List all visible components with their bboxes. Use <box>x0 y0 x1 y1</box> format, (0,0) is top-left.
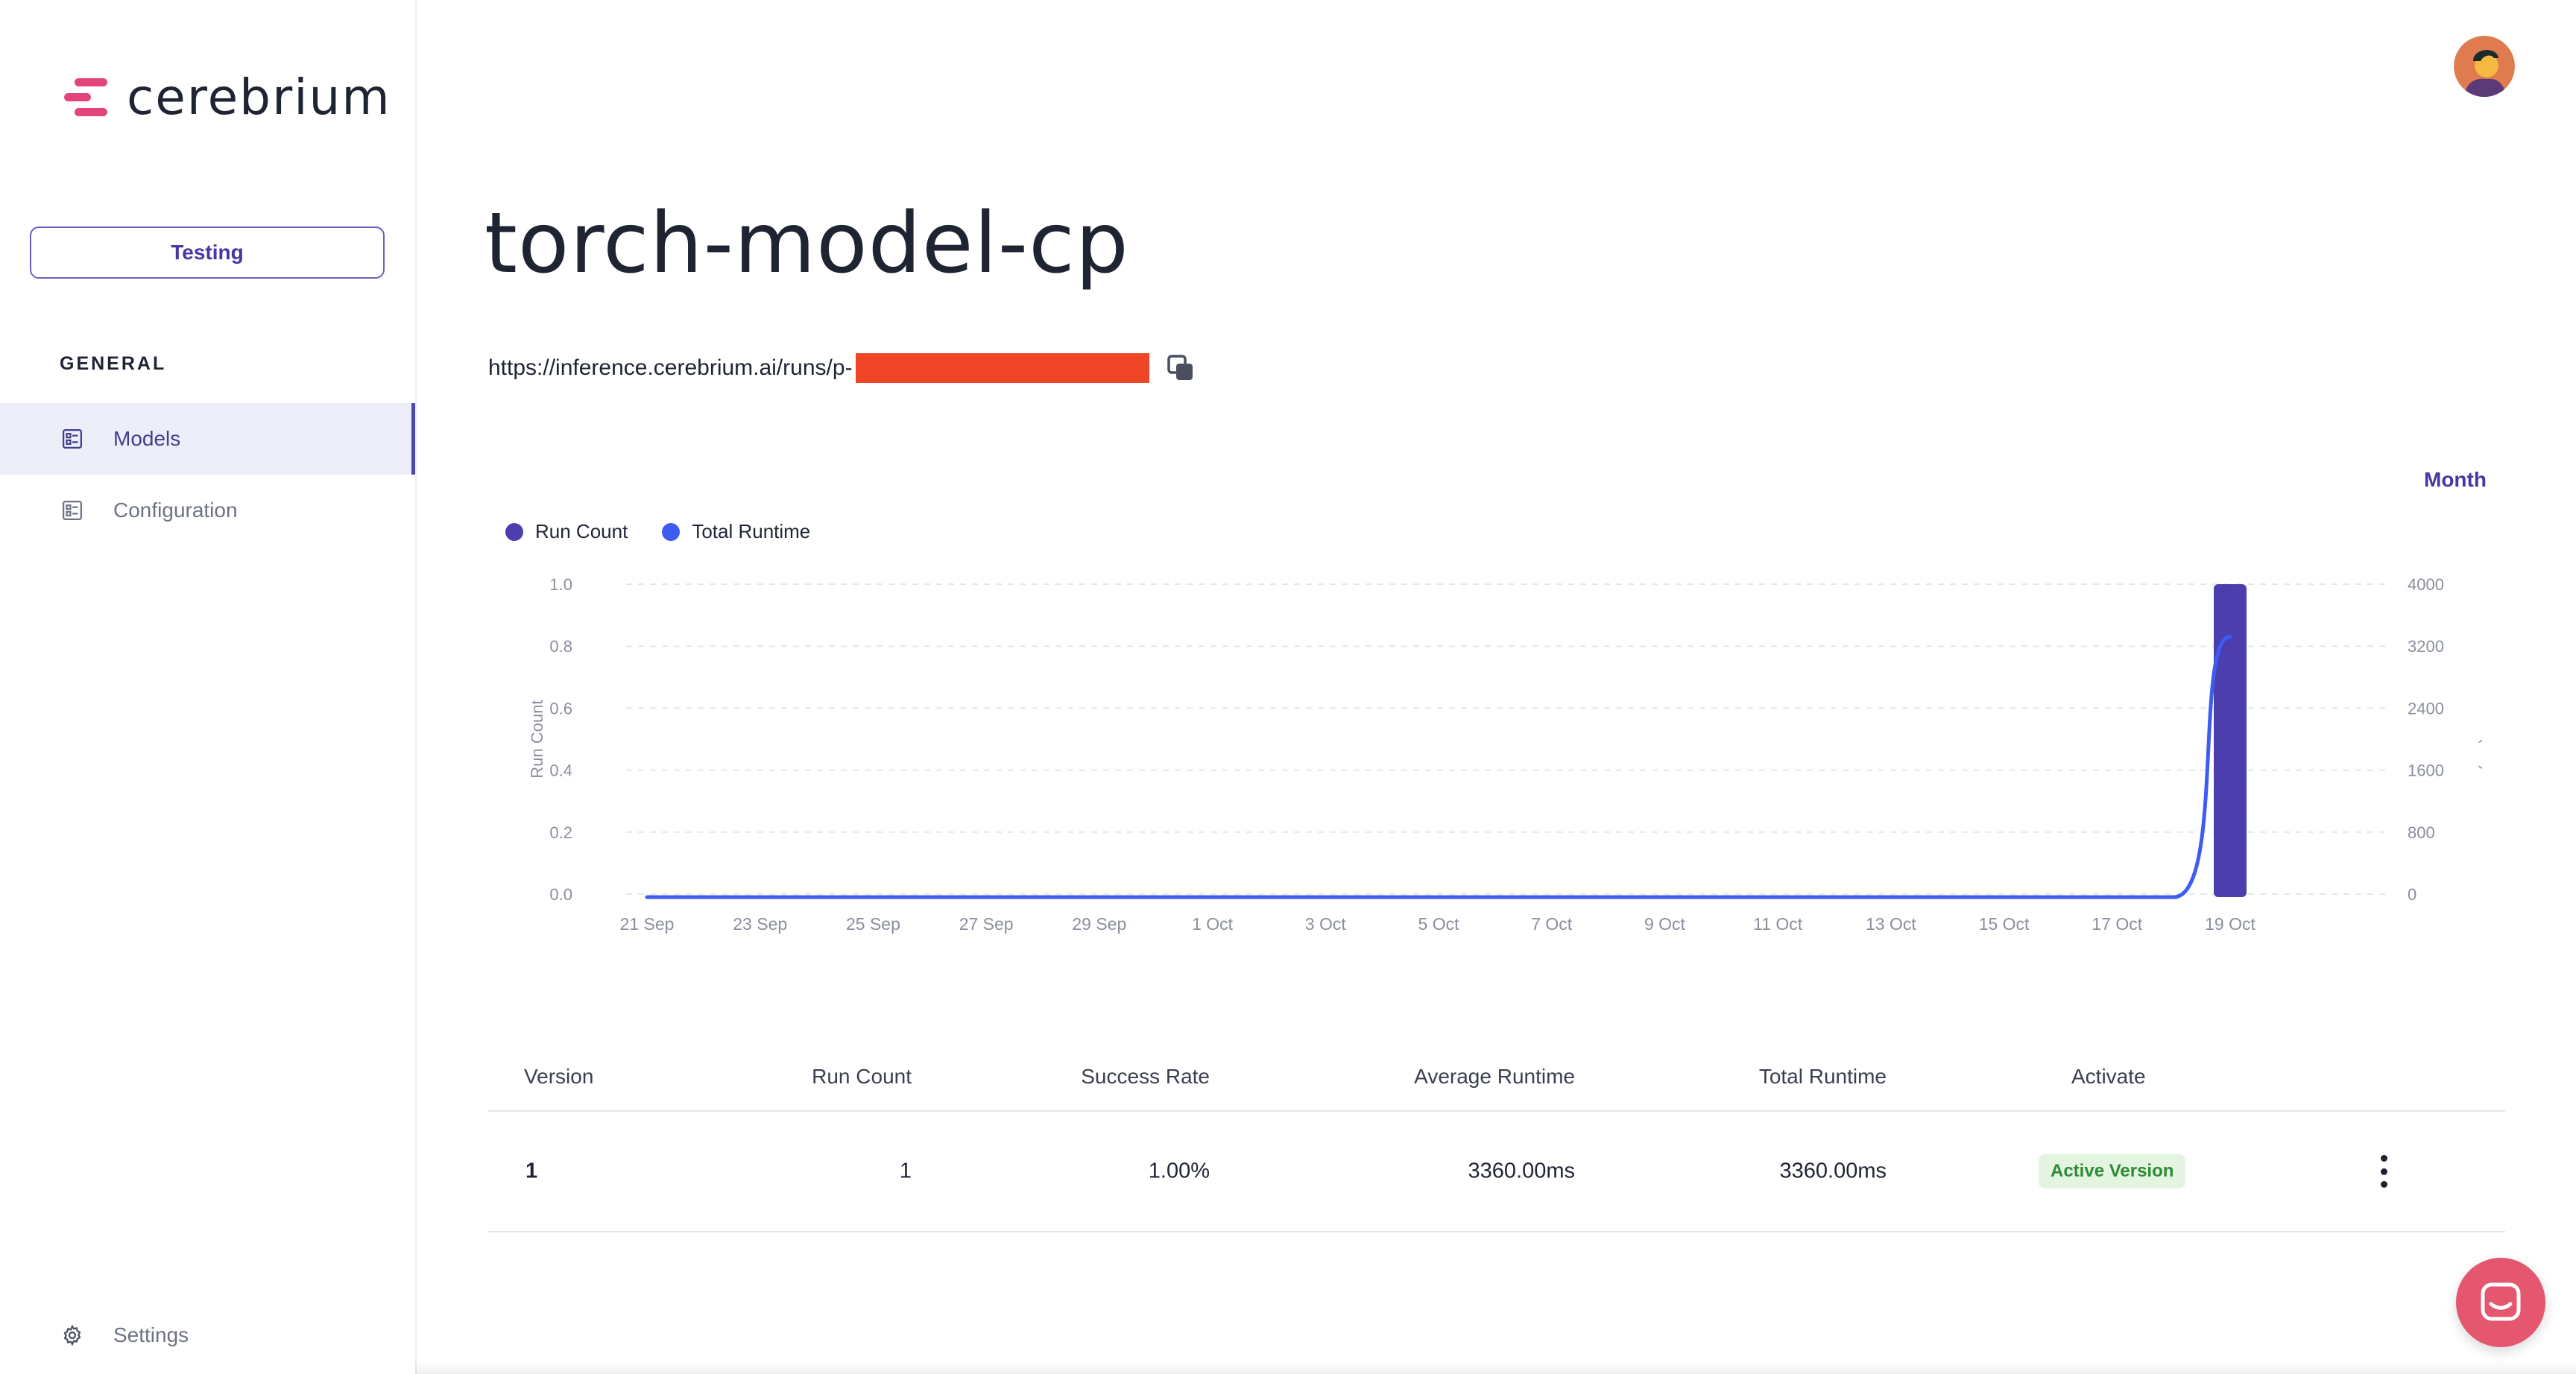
brand-name: cerebrium <box>127 69 391 126</box>
usage-chart: 0.0 0 0.2 800 0.4 1600 0.6 2400 0.8 3200 1.0 4000 Ru… <box>528 575 2482 934</box>
endpoint-url[interactable]: https://inference.cerebrium.ai/runs/p- <box>488 355 853 381</box>
list-icon <box>63 429 82 449</box>
y-right-tick-label: 3200 <box>2408 637 2444 656</box>
legend-item-run-count[interactable]: Run Count <box>505 520 628 543</box>
x-tick-label: 23 Sep <box>733 914 787 934</box>
y-tick-label: 1.0 <box>549 575 572 594</box>
chart-legend: Run Count Total Runtime <box>505 520 845 543</box>
cell-run-count: 1 <box>899 1159 912 1183</box>
y-tick-label: 0.6 <box>549 699 572 718</box>
table-row[interactable]: 1 1 1.00% 3360.00ms 3360.00ms Active Ver… <box>488 1112 2505 1232</box>
x-tick-label: 15 Oct <box>1979 914 2030 934</box>
sidebar-item-label: Models <box>113 427 181 450</box>
legend-label: Total Runtime <box>692 520 811 542</box>
header-average-runtime: Average Runtime <box>1414 1065 1575 1088</box>
header-success-rate: Success Rate <box>1081 1065 1210 1088</box>
legend-dot <box>505 522 523 541</box>
cell-average-runtime: 3360.00ms <box>1468 1159 1576 1183</box>
sidebar-item-configuration[interactable]: Configuration <box>0 475 415 546</box>
header-activate: Activate <box>2071 1065 2146 1088</box>
x-tick-label: 9 Oct <box>1644 914 1686 934</box>
cell-success-rate: 1.00% <box>1148 1159 1210 1183</box>
x-tick-label: 3 Oct <box>1305 914 1347 934</box>
avatar[interactable] <box>2454 36 2515 97</box>
endpoint-url-row: https://inference.cerebrium.ai/runs/p- <box>488 353 1196 383</box>
header-run-count: Run Count <box>812 1065 912 1088</box>
sidebar-item-settings[interactable]: Settings <box>61 1323 189 1347</box>
legend-label: Run Count <box>535 520 628 542</box>
y-axis-label: Run Count <box>528 700 546 778</box>
y-right-tick-label: 0 <box>2408 885 2416 904</box>
bar-run-count <box>2214 584 2247 897</box>
gear-icon <box>63 1324 81 1346</box>
cerebrium-logo-icon <box>64 74 112 121</box>
list-icon <box>63 501 82 520</box>
x-tick-label: 13 Oct <box>1866 914 1916 934</box>
y-right-tick-label: 2400 <box>2408 699 2444 718</box>
x-tick-label: 25 Sep <box>846 914 900 934</box>
header-version: Version <box>524 1065 594 1088</box>
cell-version: 1 <box>525 1159 538 1183</box>
settings-label: Settings <box>113 1323 189 1346</box>
legend-dot <box>662 522 681 541</box>
table-header: Version Run Count Success Rate Average R… <box>488 1043 2505 1112</box>
chat-icon <box>2481 1282 2521 1321</box>
x-tick-label: 29 Sep <box>1072 914 1126 934</box>
y-tick-label: 0.0 <box>549 885 572 904</box>
sidebar-item-models[interactable]: Models <box>0 403 415 475</box>
x-tick-label: 5 Oct <box>1418 914 1460 934</box>
x-tick-label: 21 Sep <box>620 914 675 934</box>
period-selector[interactable]: Month <box>2424 468 2487 492</box>
y-right-tick-label: 800 <box>2408 823 2435 842</box>
more-options-icon[interactable] <box>2373 1155 2395 1188</box>
versions-table: Version Run Count Success Rate Average R… <box>488 1043 2505 1232</box>
y-right-tick-label: 1600 <box>2408 762 2444 780</box>
legend-item-total-runtime[interactable]: Total Runtime <box>662 520 810 543</box>
bottom-shadow <box>415 1361 2576 1374</box>
header-total-runtime: Total Runtime <box>1758 1065 1887 1088</box>
copy-icon[interactable] <box>1166 353 1196 383</box>
brand-logo[interactable]: cerebrium <box>64 69 391 126</box>
x-tick-label: 17 Oct <box>2092 914 2142 934</box>
sidebar: cerebrium Testing GENERAL Models Configu… <box>0 0 417 1374</box>
sidebar-item-label: Configuration <box>113 498 238 522</box>
section-label-general: GENERAL <box>60 353 167 374</box>
line-total-runtime <box>645 635 2232 899</box>
page-title: torch-model-cp <box>484 195 1129 292</box>
y-right-axis-label: Total Runtime (ms) <box>2478 633 2482 771</box>
x-tick-label: 27 Sep <box>959 914 1014 934</box>
user-avatar-icon <box>2454 36 2515 97</box>
x-tick-label: 7 Oct <box>1531 914 1573 934</box>
x-tick-label: 19 Oct <box>2205 914 2255 934</box>
x-tick-label: 11 Oct <box>1753 914 1803 934</box>
workspace-button[interactable]: Testing <box>30 227 385 279</box>
x-tick-label: 1 Oct <box>1192 914 1234 934</box>
status-badge[interactable]: Active Version <box>2039 1154 2186 1188</box>
redacted-block <box>855 353 1149 383</box>
chat-launcher-button[interactable] <box>2456 1258 2545 1347</box>
cell-total-runtime: 3360.00ms <box>1779 1159 1887 1183</box>
y-tick-label: 0.2 <box>549 823 572 842</box>
y-right-tick-label: 4000 <box>2408 575 2444 594</box>
app-root: cerebrium Testing GENERAL Models Configu… <box>0 0 2576 1374</box>
y-tick-label: 0.4 <box>549 762 572 780</box>
y-tick-label: 0.8 <box>549 637 572 656</box>
